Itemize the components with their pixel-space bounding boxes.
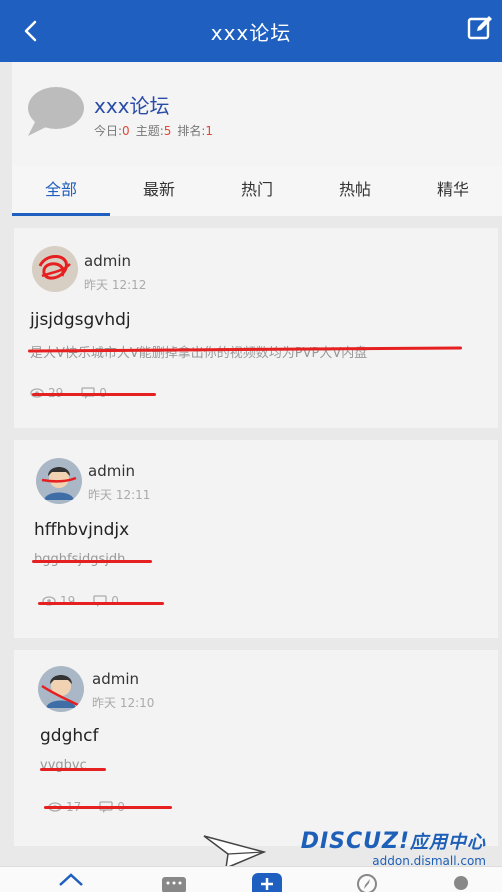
today-label: 今日:: [94, 124, 123, 138]
user-avatar-icon: [38, 666, 84, 712]
post-author[interactable]: admin: [88, 462, 135, 480]
post-author[interactable]: admin: [92, 670, 139, 688]
view-count: 19: [60, 594, 76, 608]
compass-icon[interactable]: [356, 873, 378, 892]
rank-label: 排名:: [177, 124, 206, 138]
add-post-button[interactable]: [252, 871, 282, 892]
discuz-watermark: DISCUZ!应用中心 addon.dismall.com: [301, 828, 486, 868]
forum-name: xxx论坛: [94, 94, 170, 118]
tab-all[interactable]: 全部: [12, 166, 110, 216]
redaction-line: [38, 602, 164, 605]
topics-count: 5: [163, 124, 172, 138]
post-author[interactable]: admin: [84, 252, 131, 270]
tab-latest[interactable]: 最新: [110, 166, 208, 216]
redaction-line: [32, 560, 152, 563]
post-time: 昨天 12:10: [92, 696, 155, 710]
redaction-line: [40, 768, 106, 771]
topics-label: 主题:: [135, 124, 164, 138]
post-title[interactable]: gdghcf: [40, 726, 98, 746]
post-time: 昨天 12:11: [88, 488, 151, 502]
app-header: xxx论坛: [0, 0, 502, 62]
post-title[interactable]: jjsjdgsgvhdj: [30, 310, 131, 330]
page-title: xxx论坛: [210, 20, 292, 45]
more-icon[interactable]: [160, 873, 188, 892]
tab-bar: 全部 最新 热门 热帖 精华: [12, 166, 502, 216]
comment-icon: [93, 595, 107, 607]
reply-count: 0: [111, 594, 119, 608]
scribbled-avatar-icon: [32, 246, 78, 292]
post-title[interactable]: hffhbvjndjx: [34, 520, 129, 540]
tab-featured[interactable]: 精华: [404, 166, 502, 216]
avatar[interactable]: [36, 458, 82, 504]
post-item[interactable]: admin 昨天 12:11 hffhbvjndjx bgghfsjdgsjdh…: [14, 440, 498, 638]
speech-bubble-icon: [28, 87, 84, 136]
avatar[interactable]: [32, 246, 78, 292]
chevron-left-icon: [24, 20, 37, 42]
redaction-line: [44, 806, 172, 809]
bottom-nav-bar: [0, 866, 502, 892]
post-item[interactable]: admin 昨天 12:10 gdghcf vvgbvc 17 0: [14, 650, 498, 846]
post-meta: 19 0: [42, 594, 119, 608]
today-count: 0: [122, 124, 130, 138]
watermark-brand-cn: 应用中心: [410, 832, 486, 853]
compose-button[interactable]: [466, 14, 494, 42]
user-avatar-icon: [36, 458, 82, 504]
redaction-line: [32, 393, 156, 396]
forum-info-card: xxx论坛 今日:0 主题:5 排名:1: [12, 62, 502, 166]
tab-hot[interactable]: 热帖: [306, 166, 404, 216]
post-time: 昨天 12:12: [84, 278, 147, 292]
edit-icon: [467, 16, 492, 40]
rank-value: 1: [205, 124, 214, 138]
avatar[interactable]: [38, 666, 84, 712]
watermark-brand: DISCUZ!: [300, 829, 410, 854]
home-icon[interactable]: [58, 873, 84, 892]
post-item[interactable]: admin 昨天 12:12 jjsjdgsgvhdj 是大V快乐城市大V能删掉…: [14, 228, 498, 428]
back-button[interactable]: [18, 18, 44, 44]
forum-stats: 今日:0 主题:5 排名:1: [94, 122, 213, 139]
tab-popular[interactable]: 热门: [208, 166, 306, 216]
profile-icon[interactable]: [450, 873, 472, 892]
